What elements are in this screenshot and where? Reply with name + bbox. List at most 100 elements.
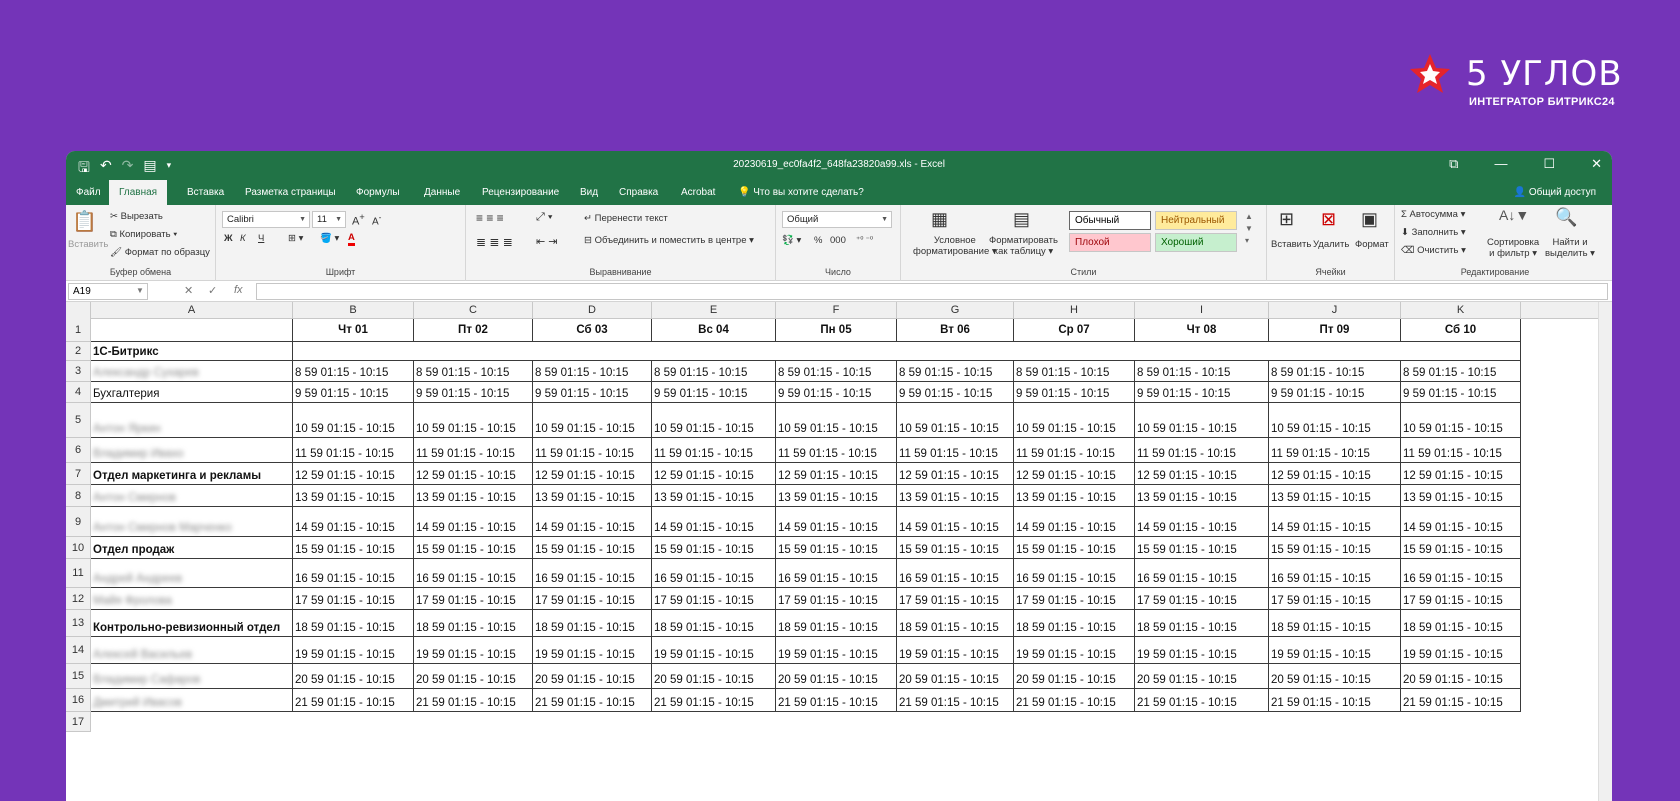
cell-c10[interactable]: 15 59 01:15 - 10:15 xyxy=(414,537,533,559)
cell-h14[interactable]: 19 59 01:15 - 10:15 xyxy=(1014,637,1135,664)
row-header-15[interactable]: 15 xyxy=(66,664,91,689)
cell-b13[interactable]: 18 59 01:15 - 10:15 xyxy=(293,610,414,637)
increase-font-icon[interactable]: A+ xyxy=(352,212,365,228)
cell-g5[interactable]: 10 59 01:15 - 10:15 xyxy=(897,403,1014,438)
format-cells-button[interactable]: Формат xyxy=(1355,239,1389,250)
cell-b12[interactable]: 17 59 01:15 - 10:15 xyxy=(293,588,414,610)
paste-button[interactable]: Вставить xyxy=(68,239,108,250)
cell-d7[interactable]: 12 59 01:15 - 10:15 xyxy=(533,463,652,485)
cell-e11[interactable]: 16 59 01:15 - 10:15 xyxy=(652,559,776,588)
cell-b4[interactable]: 9 59 01:15 - 10:15 xyxy=(293,382,414,403)
cell-a4[interactable]: Бухгалтерия xyxy=(91,382,293,403)
cell-j9[interactable]: 14 59 01:15 - 10:15 xyxy=(1269,507,1401,537)
row-header-2[interactable]: 2 xyxy=(66,342,91,361)
row-header-13[interactable]: 13 xyxy=(66,610,91,637)
cell-c15[interactable]: 20 59 01:15 - 10:15 xyxy=(414,664,533,689)
cell-c6[interactable]: 11 59 01:15 - 10:15 xyxy=(414,438,533,463)
cell-b7[interactable]: 12 59 01:15 - 10:15 xyxy=(293,463,414,485)
number-format-select[interactable]: Общий ▼ xyxy=(782,211,892,228)
cell-e16[interactable]: 21 59 01:15 - 10:15 xyxy=(652,689,776,712)
vertical-scrollbar[interactable] xyxy=(1598,302,1612,801)
cell-b6[interactable]: 11 59 01:15 - 10:15 xyxy=(293,438,414,463)
cell-a12[interactable]: Майя Фролова xyxy=(91,588,293,610)
worksheet-grid[interactable]: ABCDEFGHIJK 1 2 3 4 5 6 7 8 9 10 11 12 13 14 15 16 17 Чт … xyxy=(66,302,1612,801)
cell-g13[interactable]: 18 59 01:15 - 10:15 xyxy=(897,610,1014,637)
cell-g6[interactable]: 11 59 01:15 - 10:15 xyxy=(897,438,1014,463)
cell-e10[interactable]: 15 59 01:15 - 10:15 xyxy=(652,537,776,559)
cell-a1[interactable] xyxy=(91,319,293,342)
cell-j12[interactable]: 17 59 01:15 - 10:15 xyxy=(1269,588,1401,610)
row-header-4[interactable]: 4 xyxy=(66,382,91,403)
cell-k12[interactable]: 17 59 01:15 - 10:15 xyxy=(1401,588,1521,610)
cell-d4[interactable]: 9 59 01:15 - 10:15 xyxy=(533,382,652,403)
conditional-formatting-button[interactable]: Условное форматирование ▾ xyxy=(913,235,997,257)
formula-input[interactable] xyxy=(256,283,1608,300)
column-header-c[interactable]: C xyxy=(414,302,533,319)
decrease-font-icon[interactable]: A- xyxy=(372,212,381,227)
ribbon-display-icon[interactable]: ⧉ xyxy=(1449,156,1458,172)
cell-k11[interactable]: 16 59 01:15 - 10:15 xyxy=(1401,559,1521,588)
cell-h15[interactable]: 20 59 01:15 - 10:15 xyxy=(1014,664,1135,689)
cell-a16[interactable]: Дмитрий Ивасов xyxy=(91,689,293,712)
cell-a11[interactable]: Андрей Андреев xyxy=(91,559,293,588)
cell-k15[interactable]: 20 59 01:15 - 10:15 xyxy=(1401,664,1521,689)
cell-g1[interactable]: Вт 06 xyxy=(897,319,1014,342)
column-header-i[interactable]: I xyxy=(1135,302,1269,319)
cell-h10[interactable]: 15 59 01:15 - 10:15 xyxy=(1014,537,1135,559)
cell-a6[interactable]: Владимир Ивахо xyxy=(91,438,293,463)
cell-d11[interactable]: 16 59 01:15 - 10:15 xyxy=(533,559,652,588)
cell-h5[interactable]: 10 59 01:15 - 10:15 xyxy=(1014,403,1135,438)
cell-f11[interactable]: 16 59 01:15 - 10:15 xyxy=(776,559,897,588)
cell-d12[interactable]: 17 59 01:15 - 10:15 xyxy=(533,588,652,610)
cell-j13[interactable]: 18 59 01:15 - 10:15 xyxy=(1269,610,1401,637)
row-header-16[interactable]: 16 xyxy=(66,689,91,712)
cell-c9[interactable]: 14 59 01:15 - 10:15 xyxy=(414,507,533,537)
cell-i4[interactable]: 9 59 01:15 - 10:15 xyxy=(1135,382,1269,403)
cell-k9[interactable]: 14 59 01:15 - 10:15 xyxy=(1401,507,1521,537)
cell-g8[interactable]: 13 59 01:15 - 10:15 xyxy=(897,485,1014,507)
cell-h4[interactable]: 9 59 01:15 - 10:15 xyxy=(1014,382,1135,403)
styles-scroll-icon[interactable]: ▲ ▼ ▾ xyxy=(1245,211,1253,247)
cell-e9[interactable]: 14 59 01:15 - 10:15 xyxy=(652,507,776,537)
tell-me-search[interactable]: 💡 Что вы хотите сделать? xyxy=(738,180,864,205)
align-left-icon[interactable]: ≣ ≣ ≣ xyxy=(476,235,513,249)
tab-file[interactable]: Файл xyxy=(76,180,101,205)
cell-i8[interactable]: 13 59 01:15 - 10:15 xyxy=(1135,485,1269,507)
row-header-5[interactable]: 5 xyxy=(66,403,91,438)
cell-i1[interactable]: Чт 08 xyxy=(1135,319,1269,342)
cell-d14[interactable]: 19 59 01:15 - 10:15 xyxy=(533,637,652,664)
chevron-down-icon[interactable]: ▼ xyxy=(136,286,144,295)
tab-insert[interactable]: Вставка xyxy=(187,180,224,205)
cell-i14[interactable]: 19 59 01:15 - 10:15 xyxy=(1135,637,1269,664)
decimal-increase-icon[interactable]: ⁺⁰ ⁻⁰ xyxy=(856,235,873,244)
italic-button[interactable]: К xyxy=(240,233,246,244)
cell-d16[interactable]: 21 59 01:15 - 10:15 xyxy=(533,689,652,712)
cell-b3[interactable]: 8 59 01:15 - 10:15 xyxy=(293,361,414,382)
cell-k1[interactable]: Сб 10 xyxy=(1401,319,1521,342)
style-good[interactable]: Хороший xyxy=(1155,233,1237,252)
cell-c3[interactable]: 8 59 01:15 - 10:15 xyxy=(414,361,533,382)
row-header-6[interactable]: 6 xyxy=(66,438,91,463)
cell-e4[interactable]: 9 59 01:15 - 10:15 xyxy=(652,382,776,403)
share-button[interactable]: 👤 Общий доступ xyxy=(1514,180,1596,205)
cell-h12[interactable]: 17 59 01:15 - 10:15 xyxy=(1014,588,1135,610)
cell-j3[interactable]: 8 59 01:15 - 10:15 xyxy=(1269,361,1401,382)
style-normal[interactable]: Обычный xyxy=(1069,211,1151,230)
cell-c14[interactable]: 19 59 01:15 - 10:15 xyxy=(414,637,533,664)
cell-h16[interactable]: 21 59 01:15 - 10:15 xyxy=(1014,689,1135,712)
tab-page-layout[interactable]: Разметка страницы xyxy=(245,180,336,205)
cell-i3[interactable]: 8 59 01:15 - 10:15 xyxy=(1135,361,1269,382)
cell-c8[interactable]: 13 59 01:15 - 10:15 xyxy=(414,485,533,507)
cell-j6[interactable]: 11 59 01:15 - 10:15 xyxy=(1269,438,1401,463)
cell-e1[interactable]: Вс 04 xyxy=(652,319,776,342)
cell-a3[interactable]: Александр Сухарев xyxy=(91,361,293,382)
fill-button[interactable]: ⬇ Заполнить ▾ xyxy=(1401,227,1466,238)
font-name-select[interactable]: Calibri ▼ xyxy=(222,211,310,228)
cell-j5[interactable]: 10 59 01:15 - 10:15 xyxy=(1269,403,1401,438)
column-header-j[interactable]: J xyxy=(1269,302,1401,319)
cell-c7[interactable]: 12 59 01:15 - 10:15 xyxy=(414,463,533,485)
cell-g7[interactable]: 12 59 01:15 - 10:15 xyxy=(897,463,1014,485)
cell-k7[interactable]: 12 59 01:15 - 10:15 xyxy=(1401,463,1521,485)
cell-f13[interactable]: 18 59 01:15 - 10:15 xyxy=(776,610,897,637)
cell-d13[interactable]: 18 59 01:15 - 10:15 xyxy=(533,610,652,637)
